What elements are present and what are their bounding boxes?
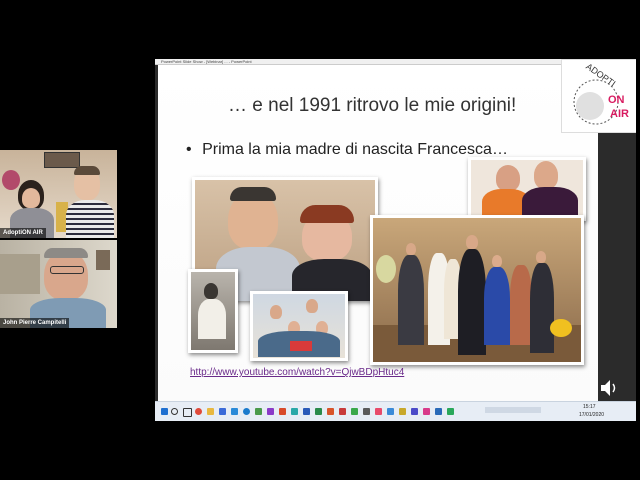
guest-man-suit xyxy=(398,255,424,345)
old-man-face xyxy=(536,251,546,263)
system-tray xyxy=(485,407,541,413)
participant-man-body xyxy=(66,200,114,238)
edge-icon[interactable] xyxy=(243,408,250,415)
app-icon[interactable] xyxy=(363,408,370,415)
man-hair xyxy=(230,187,276,201)
app-icon[interactable] xyxy=(255,408,262,415)
app-icon[interactable] xyxy=(399,408,406,415)
photo-vintage-portrait xyxy=(188,269,238,353)
participant-tile-john-pierre[interactable]: John Pierre Campitelli xyxy=(0,240,117,328)
slide[interactable]: … e nel 1991 ritrovo le mie origini! • P… xyxy=(158,65,598,401)
photo-young-couple xyxy=(468,157,586,221)
logo-text-air: AIR xyxy=(610,108,629,120)
family-face-1 xyxy=(270,305,282,319)
windows-icon[interactable] xyxy=(161,408,168,415)
woman-floral-dress xyxy=(510,265,532,345)
birthday-cake xyxy=(290,341,312,351)
participant-john-hair xyxy=(44,248,88,258)
family-face-2 xyxy=(306,299,318,313)
participant-name-label: AdoptiON AIR xyxy=(0,228,46,238)
app-icon[interactable] xyxy=(279,408,286,415)
woman-blue-dress xyxy=(484,267,510,345)
app-icon[interactable] xyxy=(411,408,418,415)
glasses-icon xyxy=(50,266,84,274)
photo-wedding xyxy=(370,215,584,365)
store-icon[interactable] xyxy=(219,408,226,415)
woman-hair xyxy=(300,205,354,223)
app-icon[interactable] xyxy=(375,408,382,415)
old-man-suit xyxy=(530,263,554,353)
app-icon[interactable] xyxy=(387,408,394,415)
taskbar-date: 17/01/2020 xyxy=(579,412,605,418)
app-icon[interactable] xyxy=(423,408,430,415)
photo-family-group xyxy=(250,291,348,361)
young-man-face xyxy=(534,161,558,189)
adoption-air-logo: ADOPTI ON AIR xyxy=(561,59,636,133)
wall-picture xyxy=(44,152,80,168)
wall-frame xyxy=(96,250,110,270)
mail-icon[interactable] xyxy=(231,408,238,415)
bullet-symbol: • xyxy=(186,141,192,158)
youtube-link[interactable]: http://www.youtube.com/watch?v=QjwBDpHtu… xyxy=(190,367,404,378)
app-icon[interactable] xyxy=(339,408,346,415)
excel-icon[interactable] xyxy=(315,408,322,415)
groom-suit xyxy=(458,249,486,355)
app-icon[interactable] xyxy=(435,408,442,415)
windows-taskbar: 15:17 17/01/2020 xyxy=(155,401,636,421)
search-icon[interactable] xyxy=(171,408,178,415)
shared-screen[interactable]: PowerPoint Slide Show - [Webinar] ... - … xyxy=(155,59,636,421)
shelf xyxy=(0,254,40,294)
speaker-icon[interactable] xyxy=(599,377,619,399)
flowers xyxy=(2,170,20,190)
slide-bullet: • Prima la mia madre di nascita Francesc… xyxy=(186,141,508,159)
woman-face xyxy=(496,165,520,191)
sunflowers xyxy=(550,319,572,337)
participant-woman-face xyxy=(22,188,40,208)
app-icon[interactable] xyxy=(291,408,298,415)
bullet-text: Prima la mia madre di nascita Francesca… xyxy=(202,141,508,158)
guest-man-face xyxy=(406,243,416,255)
app-icon[interactable] xyxy=(267,408,274,415)
logo-text-on: ON xyxy=(608,94,625,106)
word-icon[interactable] xyxy=(303,408,310,415)
groom-face xyxy=(466,235,478,249)
taskbar-time: 15:17 xyxy=(583,404,596,410)
vintage-body xyxy=(198,299,226,339)
participant-name-label: John Pierre Campitelli xyxy=(0,318,70,328)
powerpoint-icon[interactable] xyxy=(327,408,334,415)
app-icon[interactable] xyxy=(351,408,358,415)
slide-title: … e nel 1991 ritrovo le mie origini! xyxy=(228,95,517,116)
chrome-icon[interactable] xyxy=(195,408,202,415)
flower-bouquet-left xyxy=(376,255,396,283)
woman-blue-face xyxy=(492,255,502,267)
file-explorer-icon[interactable] xyxy=(207,408,214,415)
participant-tile-adoption-air[interactable]: AdoptiON AIR xyxy=(0,150,117,238)
vintage-face xyxy=(204,283,218,299)
participant-man-hair xyxy=(74,166,100,175)
task-view-icon[interactable] xyxy=(183,408,192,417)
app-icon[interactable] xyxy=(447,408,454,415)
